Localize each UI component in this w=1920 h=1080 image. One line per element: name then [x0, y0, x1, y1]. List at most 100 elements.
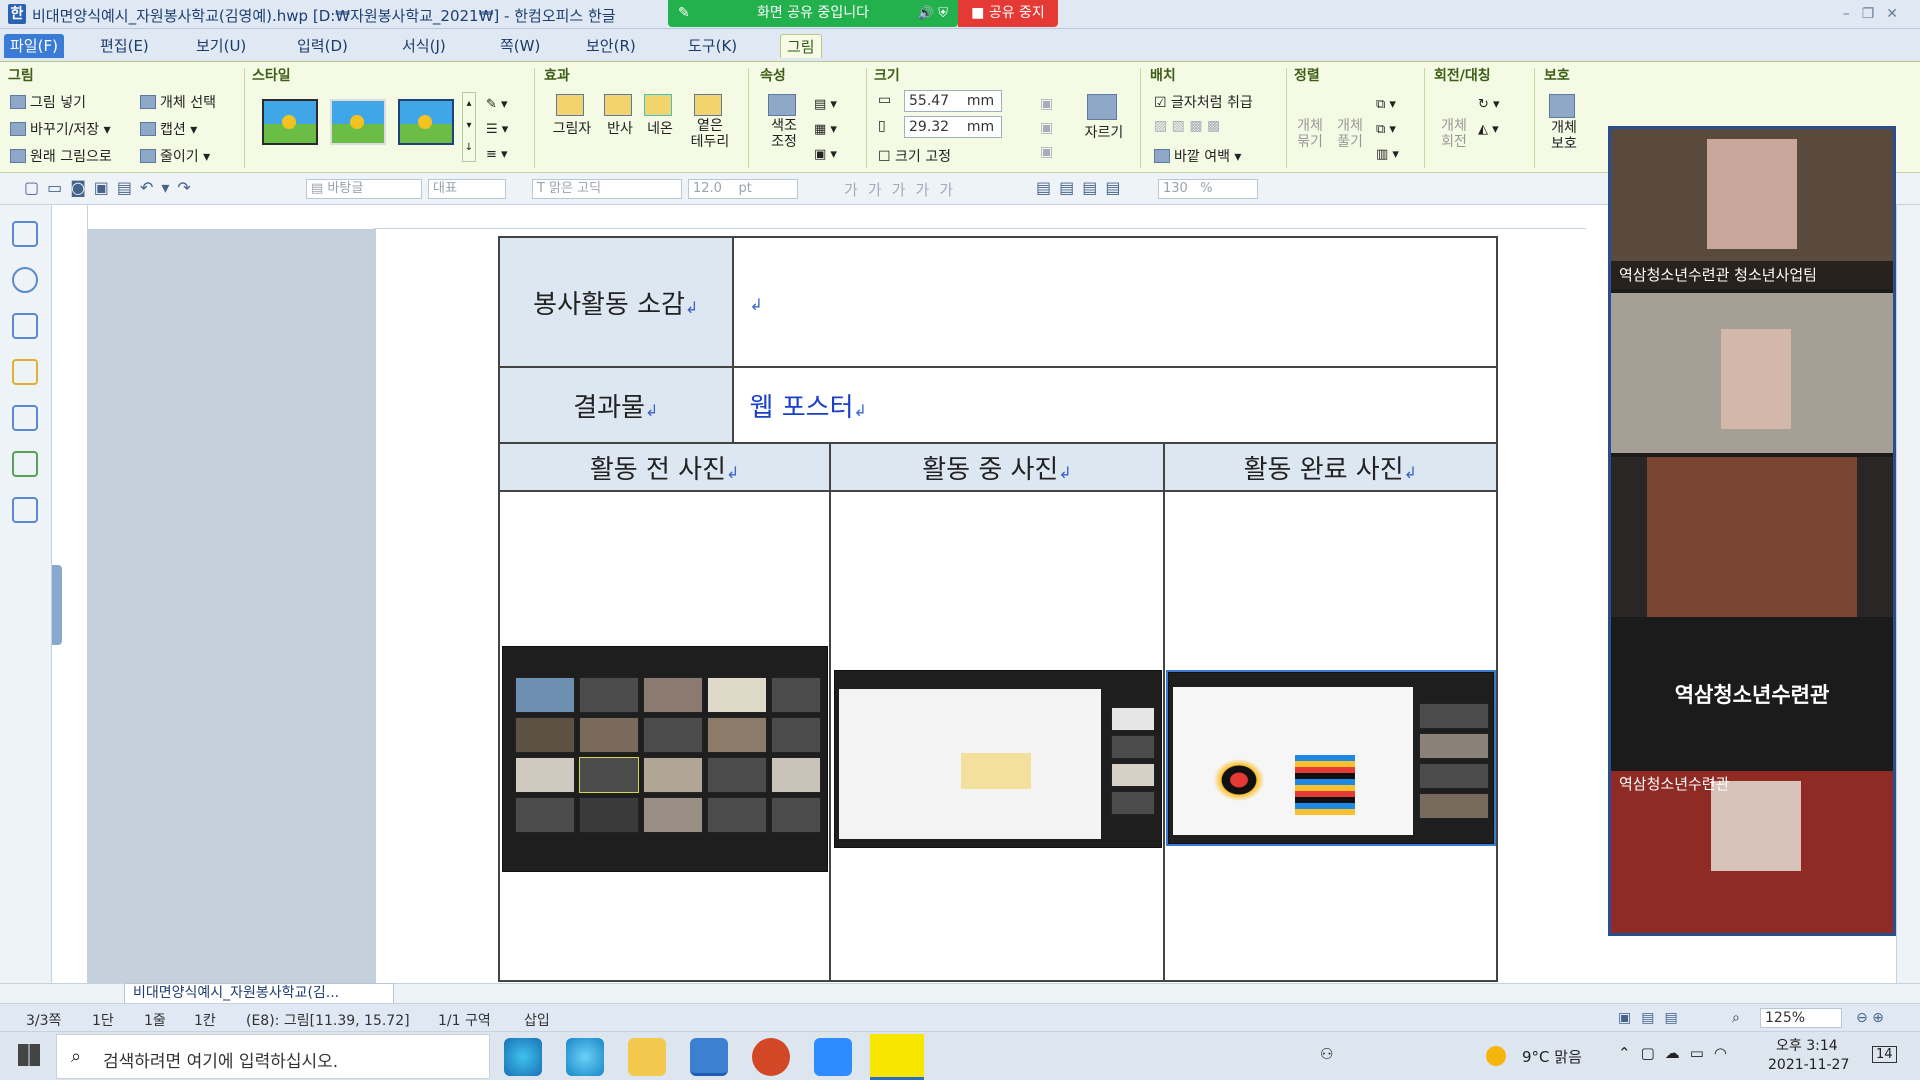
flip-buttons[interactable]: ↻ ▾ ◭ ▾	[1478, 92, 1500, 142]
lightning-icon[interactable]	[12, 359, 38, 385]
pencil-icon[interactable]: ✎	[678, 0, 690, 27]
window-controls[interactable]: –❐✕	[1843, 6, 1910, 22]
label-result[interactable]: 결과물↲	[498, 366, 734, 444]
align-buttons[interactable]: ▤▤▤▤	[1036, 178, 1128, 197]
neon-button[interactable]: 네온	[642, 94, 678, 138]
edge-icon[interactable]	[504, 1038, 542, 1076]
group-objects-button[interactable]: 개체 묶기	[1294, 118, 1326, 150]
view-mode-buttons[interactable]: ▣▤▤	[1618, 1010, 1688, 1026]
style-thumb-1[interactable]	[262, 99, 318, 145]
col-before-photo[interactable]: 활동 전 사진↲	[497, 442, 832, 492]
shield-icon[interactable]: 🔊 ⛨	[918, 0, 948, 27]
protect-object-button[interactable]: 개체 보호	[1542, 94, 1586, 152]
menu-edit[interactable]: 편집(E)	[94, 34, 155, 58]
ie-icon[interactable]	[566, 1038, 604, 1076]
clock-time[interactable]: 오후 3:14	[1776, 1035, 1838, 1055]
notification-icon[interactable]: 14	[1872, 1046, 1897, 1063]
fix-size-checkbox[interactable]: ☐ 크기 고정	[878, 146, 951, 166]
people-icon[interactable]: ⚇	[1320, 1045, 1333, 1063]
video-tile-2[interactable]	[1611, 293, 1893, 453]
style-thumb-3[interactable]	[398, 99, 454, 145]
zoom-icon[interactable]	[814, 1038, 852, 1076]
style-thumb-2[interactable]	[330, 99, 386, 145]
reduce-button[interactable]: 줄이기 ▾	[140, 146, 210, 166]
original-picture-button[interactable]: 원래 그림으로	[10, 146, 112, 166]
sidebar-toggle[interactable]	[52, 565, 62, 645]
line-spacing-input[interactable]: 130 %	[1158, 179, 1258, 199]
photo-after-selected[interactable]	[1166, 670, 1496, 846]
style-select[interactable]: ▤ 바탕글	[306, 179, 422, 199]
menu-page[interactable]: 쪽(W)	[494, 34, 546, 58]
photo-during-screenshare[interactable]	[834, 670, 1162, 848]
line-style-buttons[interactable]: ✎ ▾ ☰ ▾ ≡ ▾	[486, 92, 508, 167]
label-impression[interactable]: 봉사활동 소감↲	[498, 236, 734, 368]
file-buttons[interactable]: ▢▭◙▣▤↶▾↷	[24, 178, 199, 197]
reflection-button[interactable]: 반사	[602, 94, 638, 138]
book-icon[interactable]	[12, 221, 38, 247]
menu-view[interactable]: 보기(U)	[190, 34, 252, 58]
taskbar-search-box[interactable]: ⌕ 검색하려면 여기에 입력하십시오.	[56, 1034, 490, 1079]
font-select[interactable]: T 맑은 고딕	[532, 179, 682, 199]
video-tile-3[interactable]	[1611, 457, 1893, 617]
width-input[interactable]: 55.47 mm	[904, 90, 1002, 112]
ungroup-objects-button[interactable]: 개체 풀기	[1334, 118, 1366, 150]
col-after-photo[interactable]: 활동 완료 사진↲	[1162, 442, 1499, 492]
zoom-select[interactable]: 125%	[1760, 1008, 1842, 1028]
zoom-video-panel[interactable]: 역삼청소년수련관 청소년사업팀 역삼청소년수련관 역삼청소년수련관	[1608, 126, 1896, 936]
powerpoint-icon[interactable]	[752, 1038, 790, 1076]
wrap-buttons[interactable]: ▨ ▧ ▩ ▩	[1154, 118, 1220, 134]
margin-icon	[1154, 149, 1170, 163]
spelling-icon[interactable]	[12, 497, 38, 523]
color-adjust-button[interactable]: 색조 조정	[762, 94, 806, 150]
style-scroll[interactable]: ▴ ▾ ↓	[462, 92, 476, 162]
object-select-button[interactable]: 개체 선택	[140, 92, 216, 112]
photo-before-zoom-gallery[interactable]	[502, 646, 828, 872]
menu-file[interactable]: 파일(F)	[4, 34, 64, 58]
windows-start-icon[interactable]	[18, 1044, 40, 1066]
height-input[interactable]: 29.32 mm	[904, 116, 1002, 138]
order-buttons[interactable]: ⧉ ▾ ⧉ ▾ ▥ ▾	[1376, 92, 1399, 167]
impression-cell[interactable]: ↲	[731, 236, 1499, 368]
font-size-input[interactable]: 12.0 pt	[688, 179, 798, 199]
soft-edge-button[interactable]: 옅은 테두리	[686, 94, 734, 150]
insert-picture-button[interactable]: 그림 넣기	[10, 92, 86, 112]
tray-icons[interactable]: ⌃▢☁▭◠	[1618, 1044, 1737, 1062]
caption-button[interactable]: 캡션 ▾	[140, 119, 197, 139]
divider	[1140, 68, 1141, 168]
help-icon[interactable]	[12, 267, 38, 293]
menu-insert[interactable]: 입력(D)	[291, 34, 354, 58]
menu-tools[interactable]: 도구(K)	[682, 34, 743, 58]
weather-text[interactable]: 9°C 맑음	[1522, 1046, 1582, 1067]
menu-security[interactable]: 보안(R)	[580, 34, 642, 58]
menu-format[interactable]: 서식(J)	[396, 34, 452, 58]
hwp-taskbar-icon[interactable]	[690, 1038, 728, 1076]
stop-share-button[interactable]: ■ 공유 중지	[958, 0, 1058, 27]
clock-date[interactable]: 2021-11-27	[1768, 1057, 1849, 1073]
outer-margin-button[interactable]: 바깥 여백 ▾	[1154, 146, 1241, 166]
outline-icon[interactable]	[12, 405, 38, 431]
horizontal-ruler	[374, 207, 1586, 229]
char-format-buttons[interactable]: 가가가가가	[844, 179, 963, 200]
list-icon[interactable]	[12, 313, 38, 339]
zoom-icon[interactable]: ⌕	[1732, 1010, 1740, 1026]
vertical-scrollbar[interactable]	[1896, 205, 1920, 985]
video-tile-host[interactable]: 역삼청소년수련관	[1611, 621, 1893, 771]
crop-button[interactable]: 자르기	[1082, 94, 1126, 142]
document-tab[interactable]: 비대면양식예시_자원봉사학교(김...	[124, 983, 394, 1003]
video-tile-1[interactable]: 역삼청소년수련관 청소년사업팀	[1611, 129, 1893, 289]
rotate-object-button[interactable]: 개체 회전	[1438, 118, 1470, 150]
folder-icon[interactable]	[628, 1038, 666, 1076]
treat-as-char-checkbox[interactable]: ☑ 글자처럼 취급	[1154, 92, 1253, 112]
group-style-title: 스타일	[252, 68, 291, 84]
shadow-button[interactable]: 그림자	[552, 94, 592, 138]
kakaotalk-icon[interactable]	[870, 1034, 924, 1080]
video-tile-4[interactable]: 역삼청소년수련관	[1611, 771, 1893, 933]
image-icon[interactable]	[12, 451, 38, 477]
property-buttons[interactable]: ▤ ▾ ▦ ▾ ▣ ▾	[814, 92, 837, 167]
rep-select[interactable]: 대표	[428, 179, 506, 199]
tab-picture[interactable]: 그림	[780, 34, 822, 58]
replace-save-button[interactable]: 바꾸기/저장 ▾	[10, 119, 111, 139]
col-during-photo[interactable]: 활동 중 사진↲	[829, 442, 1165, 492]
zoom-buttons[interactable]: ⊖ ⊕	[1856, 1010, 1884, 1026]
result-cell[interactable]: 웹 포스터↲	[731, 366, 1499, 444]
